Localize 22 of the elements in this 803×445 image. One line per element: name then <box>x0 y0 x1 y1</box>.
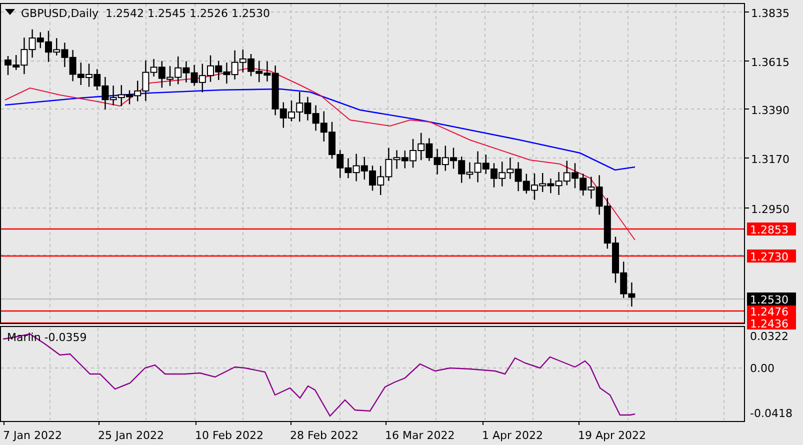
date-label: 7 Jan 2022 <box>3 429 62 442</box>
price-label: 1.2853 <box>747 222 796 236</box>
price-tick-label: 1.3390 <box>751 104 790 117</box>
price-tick-label: 1.3615 <box>751 56 790 69</box>
date-label: 28 Feb 2022 <box>290 429 358 442</box>
price-label: 1.2476 <box>747 304 796 318</box>
price-tick-label: 1.3835 <box>751 7 790 20</box>
price-label: 1.2436 <box>747 316 796 330</box>
price-tick-label: 1.3170 <box>751 153 790 166</box>
dropdown-icon[interactable] <box>5 9 15 15</box>
price-label: 1.2730 <box>747 250 796 264</box>
price-label: 1.2530 <box>747 292 796 306</box>
date-label: 10 Feb 2022 <box>195 429 264 442</box>
indicator-tick-label: 0.0322 <box>750 330 788 343</box>
date-label: 1 Apr 2022 <box>482 429 544 442</box>
date-label: 19 Apr 2022 <box>578 429 646 442</box>
price-tick-label: 1.2950 <box>751 203 790 216</box>
chart-header: GBPUSD,Daily 1.2542 1.2545 1.2526 1.2530 <box>21 7 270 20</box>
date-label: 25 Jan 2022 <box>98 429 164 442</box>
indicator-tick-label: 0.00 <box>750 362 774 375</box>
indicator-tick-label: -0.0418 <box>750 407 792 420</box>
date-label: 16 Mar 2022 <box>385 429 455 442</box>
